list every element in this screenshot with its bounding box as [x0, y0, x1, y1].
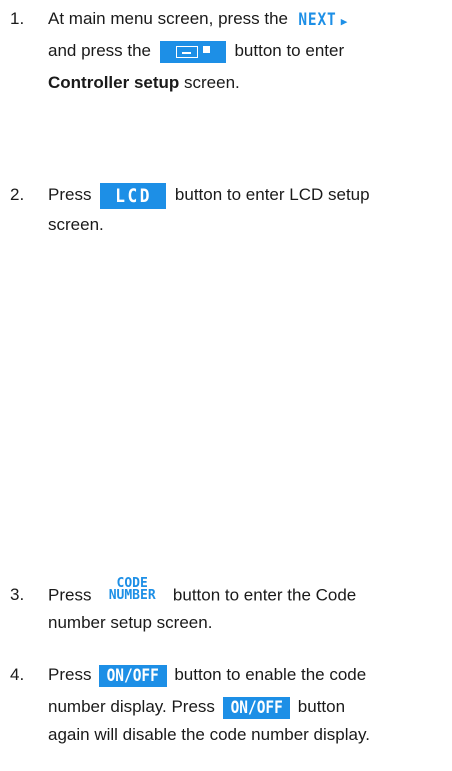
on-off-button-label: ON/OFF	[230, 697, 283, 718]
step-number: 2.	[10, 185, 25, 204]
next-button-label: NEXT	[298, 9, 337, 30]
step-text: screen.	[179, 73, 240, 92]
step-text: Press	[48, 585, 97, 605]
step-3-line-2: number setup screen.	[48, 610, 212, 636]
step-number: 1.	[10, 9, 25, 28]
step-text: button to enter the Code	[168, 585, 357, 605]
on-off-button[interactable]: ON/OFF	[222, 696, 291, 719]
bold-term: Controller setup	[48, 73, 180, 92]
step-4-line-2: number display. Press ON/OFF button	[48, 694, 345, 720]
step-text: At main menu screen, press the	[48, 9, 293, 28]
step-4-line-3: again will disable the code number displ…	[48, 722, 370, 748]
step-text: button to enable the code	[169, 665, 367, 684]
step-3-line-1: Press CODE NUMBER button to enter the Cod…	[48, 577, 357, 608]
step-text: number display. Press	[48, 697, 220, 716]
step-1-line-2: and press the button to enter	[48, 38, 344, 64]
step-text: again will disable the code number displ…	[48, 725, 370, 744]
step-1-line-3: Controller setup screen.	[48, 70, 240, 96]
step-text: Press	[48, 185, 97, 204]
step-number: 3.	[10, 585, 25, 604]
step-4-line-1: Press ON/OFF button to enable the code	[48, 662, 366, 688]
code-button-bottom-label: NUMBER	[108, 588, 156, 603]
step-text: button to enter LCD setup	[170, 185, 370, 204]
controller-panel-icon	[175, 45, 198, 58]
step-1-line-1: At main menu screen, press the NEXT ▶	[48, 6, 350, 32]
controller-setup-button[interactable]	[159, 40, 226, 63]
step-text: button to enter	[229, 41, 345, 60]
step-text: number setup screen.	[48, 613, 213, 632]
lcd-button[interactable]: LCD	[100, 182, 167, 209]
on-off-button-label: ON/OFF	[106, 665, 160, 686]
step-text: screen.	[48, 215, 104, 234]
code-number-button[interactable]: CODE NUMBER	[100, 577, 164, 606]
step-text: and press the	[48, 41, 156, 60]
next-button[interactable]: NEXT ▶	[293, 9, 351, 31]
step-2-line-2: screen.	[48, 212, 104, 238]
step-number: 4.	[10, 665, 25, 684]
step-text: Press	[48, 665, 97, 684]
lcd-button-label: LCD	[114, 184, 152, 207]
step-2-line-1: Press LCD button to enter LCD setup	[48, 182, 370, 209]
right-triangle-icon: ▶	[340, 14, 349, 28]
controller-knob-icon	[202, 45, 210, 53]
on-off-button[interactable]: ON/OFF	[99, 664, 167, 687]
step-text: button	[293, 697, 346, 716]
